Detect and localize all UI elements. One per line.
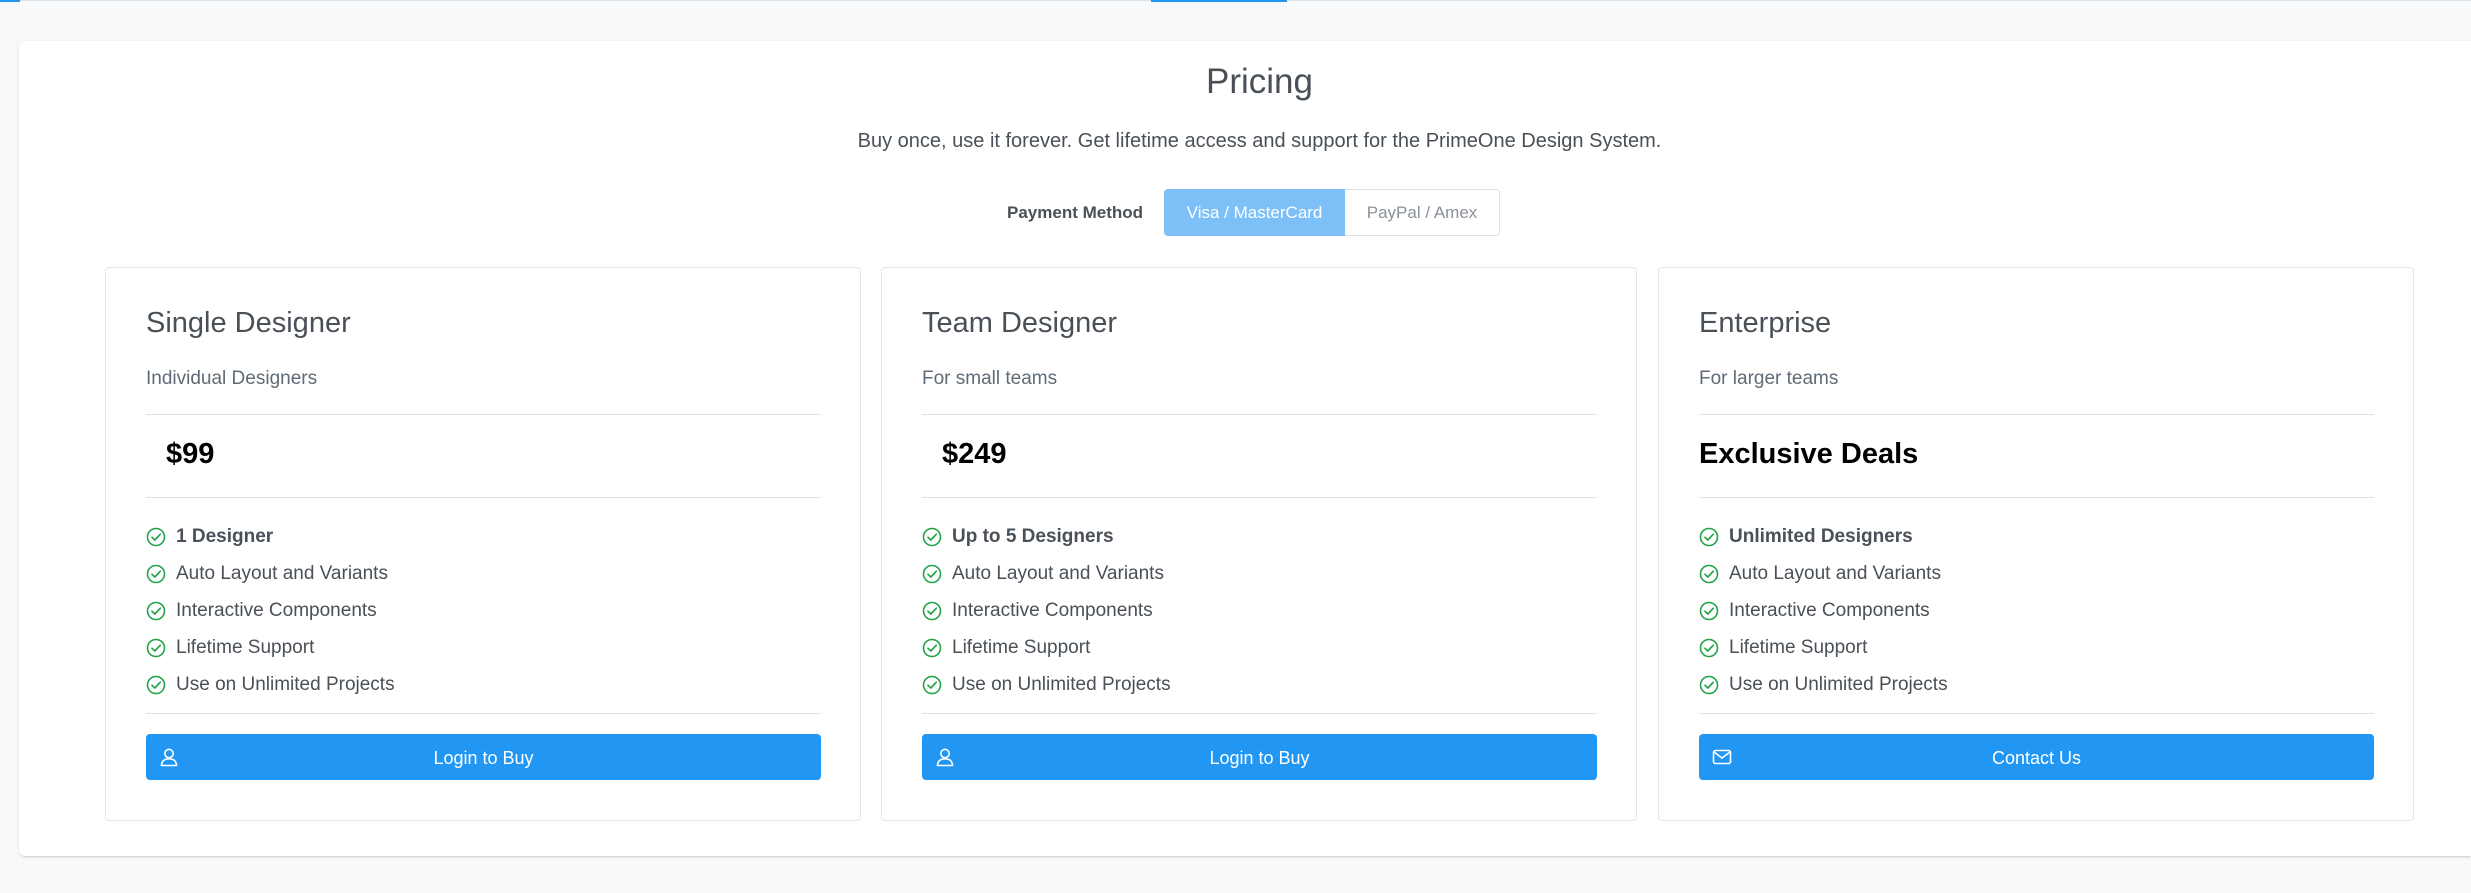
list-item: Lifetime Support — [146, 629, 395, 666]
plan-description: For small teams — [922, 368, 1058, 389]
list-item: Interactive Components — [922, 592, 1171, 629]
check-circle-icon — [922, 601, 942, 620]
check-circle-icon — [146, 638, 166, 657]
check-circle-icon — [146, 601, 166, 620]
payment-method-selector: Payment Method Visa / MasterCard PayPal … — [1007, 189, 1501, 236]
user-icon — [936, 748, 954, 767]
list-item: Use on Unlimited Projects — [1699, 666, 1948, 703]
divider — [922, 497, 1597, 498]
plan-card-single-designer: Single Designer Individual Designers $99… — [105, 267, 861, 821]
list-item: Auto Layout and Variants — [146, 555, 395, 592]
feature-label: Auto Layout and Variants — [176, 562, 388, 584]
plan-price: $249 — [942, 438, 1007, 470]
list-item: Use on Unlimited Projects — [922, 666, 1171, 703]
feature-label: Interactive Components — [176, 599, 377, 621]
envelope-icon — [1712, 749, 1732, 765]
divider — [146, 497, 821, 498]
login-to-buy-button[interactable]: Login to Buy — [146, 734, 821, 780]
divider — [922, 414, 1597, 415]
feature-label: Up to 5 Designers — [952, 525, 1114, 547]
plan-title: Team Designer — [922, 307, 1118, 339]
list-item: Interactive Components — [1699, 592, 1948, 629]
check-circle-icon — [922, 638, 942, 657]
check-circle-icon — [146, 527, 166, 546]
contact-us-button[interactable]: Contact Us — [1699, 734, 2374, 780]
plan-description: For larger teams — [1699, 368, 1839, 389]
check-circle-icon — [1699, 638, 1719, 657]
payment-option-paypal-amex[interactable]: PayPal / Amex — [1345, 189, 1501, 236]
tab-indicator-active — [1151, 0, 1287, 2]
button-label: Login to Buy — [433, 748, 534, 768]
check-circle-icon — [1699, 601, 1719, 620]
plan-price: $99 — [166, 438, 215, 470]
feature-label: Interactive Components — [952, 599, 1153, 621]
feature-label: Lifetime Support — [176, 636, 315, 658]
feature-label: Lifetime Support — [1729, 636, 1868, 658]
feature-label: Unlimited Designers — [1729, 525, 1913, 547]
button-label: Contact Us — [1991, 748, 2082, 768]
feature-label: 1 Designer — [176, 525, 274, 547]
divider — [146, 414, 821, 415]
payment-option-visa-mastercard[interactable]: Visa / MasterCard — [1164, 189, 1346, 236]
check-circle-icon — [922, 527, 942, 546]
feature-label: Use on Unlimited Projects — [1729, 673, 1948, 695]
feature-label: Auto Layout and Variants — [952, 562, 1164, 584]
plan-title: Single Designer — [146, 307, 351, 339]
list-item: Lifetime Support — [922, 629, 1171, 666]
list-item: 1 Designer — [146, 518, 395, 555]
plan-card-enterprise: Enterprise For larger teams Exclusive De… — [1658, 267, 2414, 821]
feature-label: Use on Unlimited Projects — [952, 673, 1171, 695]
feature-label: Use on Unlimited Projects — [176, 673, 395, 695]
tab-indicator — [0, 0, 20, 2]
feature-list: 1 Designer Auto Layout and Variants Inte… — [146, 518, 395, 703]
button-label: Login to Buy — [1209, 748, 1310, 768]
divider — [1699, 713, 2374, 714]
page-subtitle: Buy once, use it forever. Get lifetime a… — [857, 130, 1662, 152]
list-item: Unlimited Designers — [1699, 518, 1948, 555]
login-to-buy-button[interactable]: Login to Buy — [922, 734, 1597, 780]
feature-label: Lifetime Support — [952, 636, 1091, 658]
check-circle-icon — [1699, 527, 1719, 546]
plan-title: Enterprise — [1699, 307, 1832, 339]
check-circle-icon — [146, 564, 166, 583]
payment-method-label: Payment Method — [1007, 202, 1144, 222]
plan-description: Individual Designers — [146, 368, 318, 389]
plan-price: Exclusive Deals — [1699, 438, 1919, 470]
list-item: Interactive Components — [146, 592, 395, 629]
feature-list: Up to 5 Designers Auto Layout and Varian… — [922, 518, 1171, 703]
check-circle-icon — [1699, 675, 1719, 694]
feature-label: Interactive Components — [1729, 599, 1930, 621]
list-item: Lifetime Support — [1699, 629, 1948, 666]
list-item: Auto Layout and Variants — [1699, 555, 1948, 592]
divider — [1699, 414, 2374, 415]
list-item: Up to 5 Designers — [922, 518, 1171, 555]
list-item: Auto Layout and Variants — [922, 555, 1171, 592]
list-item: Use on Unlimited Projects — [146, 666, 395, 703]
plan-card-team-designer: Team Designer For small teams $249 Up to… — [881, 267, 1637, 821]
user-icon — [160, 748, 178, 767]
check-circle-icon — [922, 675, 942, 694]
feature-label: Auto Layout and Variants — [1729, 562, 1941, 584]
check-circle-icon — [146, 675, 166, 694]
payment-toggle: Visa / MasterCard PayPal / Amex — [1164, 189, 1501, 236]
divider — [1699, 497, 2374, 498]
feature-list: Unlimited Designers Auto Layout and Vari… — [1699, 518, 1948, 703]
check-circle-icon — [1699, 564, 1719, 583]
divider — [146, 713, 821, 714]
check-circle-icon — [922, 564, 942, 583]
divider — [922, 713, 1597, 714]
page-title: Pricing — [1206, 62, 1313, 101]
